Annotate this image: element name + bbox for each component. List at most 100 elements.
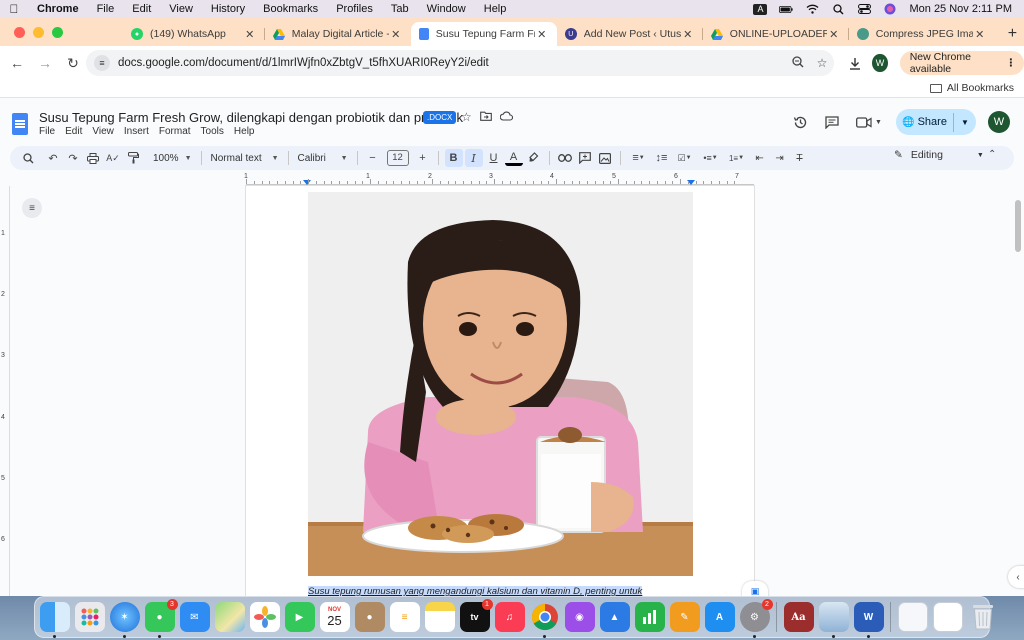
input-source-icon[interactable]: A [753,3,768,15]
apple-icon[interactable]:  [0,2,28,16]
left-indent-marker[interactable] [303,180,311,185]
version-history-icon[interactable] [790,112,810,132]
spotlight-search-icon[interactable] [831,3,845,15]
menu-history[interactable]: History [202,3,254,15]
share-main[interactable]: 🌐 Share [896,112,954,132]
menu-help[interactable]: Help [475,3,516,15]
messages-icon[interactable]: ● 3 [144,599,178,638]
close-tab-icon[interactable]: ✕ [389,28,403,41]
collapse-menus-icon[interactable]: ⌃ [988,149,996,160]
profile-avatar[interactable]: W [872,54,888,72]
forward-arrow-icon[interactable]: → [32,50,58,76]
underline-button[interactable]: U [485,149,503,167]
menu-window[interactable]: Window [418,3,475,15]
cloud-status-icon[interactable] [499,110,513,124]
zoom-icon[interactable] [786,55,810,71]
tab-malay-digital-article[interactable]: Malay Digital Article - G ✕ [265,22,411,46]
decrease-font-size-icon[interactable]: − [364,149,382,167]
menu-view[interactable]: View [160,3,202,15]
align-left-icon[interactable]: ≡ ▼ [627,149,651,167]
launchpad-icon[interactable] [74,602,105,632]
reload-icon[interactable]: ↻ [60,50,86,76]
close-window-button[interactable] [14,26,25,38]
dictionary-icon[interactable]: Aa [783,602,814,632]
pages-icon[interactable]: ✎ [669,602,700,632]
podcasts-icon[interactable]: ◉ [564,602,595,632]
insert-image-icon[interactable] [596,149,614,167]
redo-icon[interactable]: ↷ [64,149,82,167]
editing-mode-select[interactable]: ✎ Editing ▼ [894,149,984,161]
new-tab-button[interactable]: + [1001,22,1024,46]
undo-icon[interactable]: ↶ [44,149,62,167]
tab-susu-tepung-doc[interactable]: Susu Tepung Farm Fres ✕ [410,22,557,46]
user-avatar[interactable]: W [988,111,1010,133]
photos-icon[interactable] [249,602,280,632]
chrome-icon[interactable] [530,602,560,638]
menu-edit[interactable]: Edit [123,3,160,15]
print-icon[interactable] [84,149,102,167]
paragraph-style-select[interactable]: Normal text ▼ [207,153,283,164]
url-text[interactable]: docs.google.com/document/d/1lmrIWjfn0xZb… [118,57,786,69]
docs-menu-file[interactable]: File [39,126,55,137]
menu-bookmarks[interactable]: Bookmarks [254,3,327,15]
docs-menu-insert[interactable]: Insert [124,126,149,137]
mail-icon[interactable]: ✉ [179,602,210,632]
document-title[interactable]: Susu Tepung Farm Fresh Grow, dilengkapi … [39,110,463,125]
back-arrow-icon[interactable]: ← [4,50,30,76]
document-outline-button[interactable]: ≡ [22,198,42,218]
control-center-icon[interactable] [857,4,871,15]
bold-button[interactable]: B [444,149,463,167]
close-tab-icon[interactable]: ✕ [535,28,549,41]
move-to-folder-icon[interactable] [479,110,492,124]
notes-icon[interactable] [424,602,455,632]
bookmark-star-icon[interactable]: ☆ [810,56,834,70]
tab-compress-jpeg[interactable]: Compress JPEG Images ✕ [849,22,995,46]
docs-menu-help[interactable]: Help [234,126,255,137]
download-icon[interactable] [844,50,866,76]
horizontal-ruler[interactable]: 1 1 2 3 4 5 6 7 [0,172,1024,186]
facetime-icon[interactable]: ▶ [284,602,315,632]
battery-icon[interactable] [779,4,794,15]
share-button[interactable]: 🌐 Share ▼ [896,109,976,135]
calendar-icon[interactable]: NOV 25 [319,602,350,632]
all-bookmarks-button[interactable]: All Bookmarks [929,82,1014,94]
recent-documents-stack-icon[interactable] [932,602,963,632]
maximize-window-button[interactable] [52,26,63,38]
docs-menu-tools[interactable]: Tools [201,126,224,137]
wifi-icon[interactable] [805,4,819,15]
site-info-icon[interactable]: ≡ [94,55,110,71]
google-docs-logo-icon[interactable] [12,113,28,135]
docs-menu-edit[interactable]: Edit [65,126,82,137]
system-settings-icon[interactable]: ⚙ 2 [739,599,773,638]
font-size-input[interactable]: 12 [386,150,409,166]
font-select[interactable]: Calibri ▼ [294,153,352,164]
meet-video-icon[interactable]: ▼ [854,112,884,132]
vertical-scrollbar[interactable] [1015,200,1021,252]
comments-icon[interactable] [822,112,842,132]
increase-indent-icon[interactable]: ⇥ [771,149,789,167]
bulleted-list-icon[interactable]: •≡ ▼ [699,149,723,167]
line-spacing-icon[interactable]: ↕≡ [653,149,671,167]
apple-tv-icon[interactable]: tv 1 [459,599,493,632]
preview-icon[interactable] [818,602,849,638]
numbered-list-icon[interactable]: 1≡ ▼ [725,149,749,167]
siri-icon[interactable] [883,3,897,15]
vertical-ruler[interactable]: 1 2 3 4 5 6 [0,186,10,596]
search-menus-icon[interactable] [19,149,37,167]
docs-menu-view[interactable]: View [92,126,114,137]
share-dropdown-icon[interactable]: ▼ [954,118,976,127]
close-tab-icon[interactable]: ✕ [827,28,841,41]
minimize-window-button[interactable] [33,26,44,38]
docs-menu-format[interactable]: Format [159,126,191,137]
menu-app-name[interactable]: Chrome [28,3,88,15]
document-image[interactable] [308,192,693,576]
menu-file[interactable]: File [88,3,124,15]
italic-button[interactable]: I [464,149,483,167]
menubar-datetime[interactable]: Mon 25 Nov 2:11 PM [909,3,1012,15]
microsoft-word-icon[interactable]: W [853,602,884,638]
decrease-indent-icon[interactable]: ⇤ [751,149,769,167]
text-color-button[interactable]: A [504,150,523,166]
menu-profiles[interactable]: Profiles [327,3,382,15]
safari-icon[interactable]: ✶ [109,602,140,638]
address-bar[interactable]: ≡ docs.google.com/document/d/1lmrIWjfn0x… [86,50,834,76]
